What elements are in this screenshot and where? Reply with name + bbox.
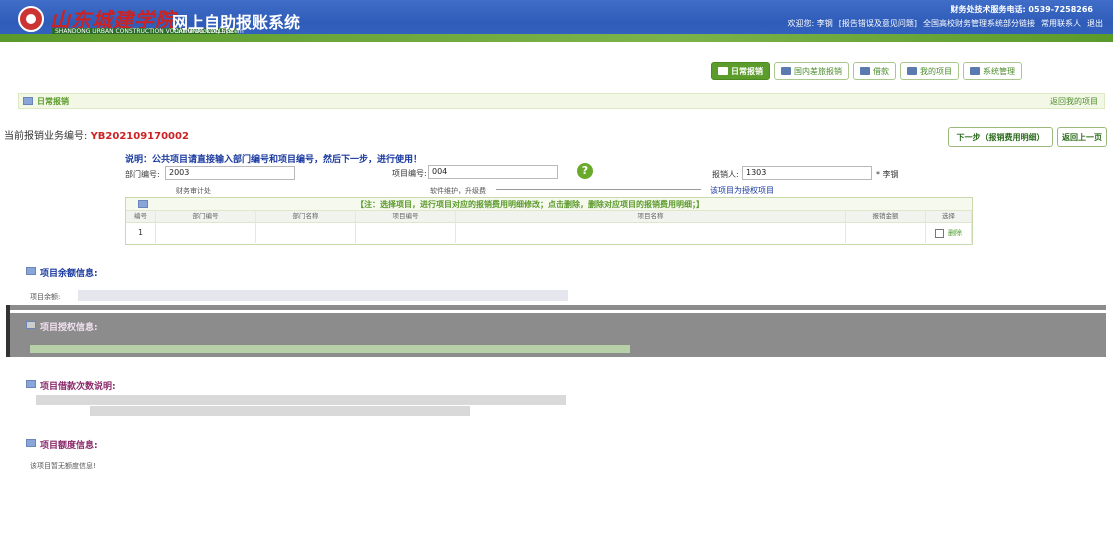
col-project-name: 项目名称 <box>456 211 846 222</box>
project-hint: 软件维护，升级费 <box>430 187 486 195</box>
reimburser-label: 报销人: <box>712 170 739 179</box>
top-links: 欢迎您: 李钢 [报告错误及意见问题] 全国高校财务管理系统部分链接 常用联系人… <box>788 18 1104 29</box>
loan-icon <box>26 380 36 388</box>
section-title: 日常报销 <box>37 97 69 106</box>
business-number: 当前报销业务编号: YB202109170002 <box>4 131 189 142</box>
business-number-value: YB202109170002 <box>90 131 189 142</box>
reimburser-name: * 李钢 <box>876 170 899 179</box>
link-logout[interactable]: 退出 <box>1087 18 1103 29</box>
quota-title: 项目额度信息: <box>40 441 98 451</box>
doc-icon <box>718 67 728 75</box>
balance-title: 项目余额信息: <box>40 269 98 279</box>
col-select: 选择 <box>926 211 972 222</box>
link-report-error[interactable]: [报告错误及意见问题] <box>839 18 917 29</box>
project-grid: 【注：选择项目，进行项目对应的报销费用明细修改；点击删除，删除对应项目的报销费用… <box>125 197 973 245</box>
link-contacts[interactable]: 常用联系人 <box>1041 18 1081 29</box>
section-bar: 日常报销 返回我的项目 <box>18 93 1105 109</box>
loan-info-redacted <box>36 395 566 405</box>
row-index: 1 <box>126 223 156 243</box>
app-header: 山东城建学院 SHANDONG URBAN CONSTRUCTION VOCAT… <box>0 0 1113 42</box>
balance-icon <box>26 267 36 275</box>
quota-icon <box>26 439 36 447</box>
instruction-note: 说明：公共项目请直接输入部门编号和项目编号，然后下一步，进行使用！ <box>125 155 423 165</box>
dept-input[interactable]: 2003 <box>165 166 295 180</box>
key-icon <box>781 67 791 75</box>
list-icon <box>907 67 917 75</box>
quota-text: 该项目暂无额度信息! <box>30 462 96 470</box>
row-checkbox[interactable] <box>935 228 944 238</box>
auth-icon <box>26 321 36 329</box>
tab-my-projects[interactable]: 我的项目 <box>900 62 959 80</box>
grid-header: 编号 部门编号 部门名称 项目编号 项目名称 报销金额 选择 <box>126 211 972 223</box>
delete-link[interactable]: 删除 <box>948 228 962 238</box>
auth-title: 项目授权信息: <box>40 323 98 333</box>
return-my-projects-link[interactable]: 返回我的项目 <box>1050 96 1098 107</box>
confirm-go-icon[interactable]: ? <box>577 163 593 179</box>
section-icon <box>23 97 33 105</box>
hotline: 财务处技术服务电话: 0539-7258266 <box>950 5 1093 14</box>
table-icon <box>860 67 870 75</box>
loan-title: 项目借款次数说明: <box>40 382 116 392</box>
main-tabs: 日常报销 国内差旅报销 借款 我的项目 系统管理 <box>711 62 1022 80</box>
col-no: 编号 <box>126 211 156 222</box>
project-input[interactable]: 004 <box>428 165 558 179</box>
next-step-button[interactable]: 下一步（报销费用明细） <box>948 127 1053 147</box>
col-dept-name: 部门名称 <box>256 211 356 222</box>
tab-daily-reimbursement[interactable]: 日常报销 <box>711 62 770 80</box>
col-amount: 报销金额 <box>846 211 926 222</box>
balance-info-redacted <box>78 290 568 301</box>
back-button[interactable]: 返回上一页 <box>1057 127 1107 147</box>
table-row[interactable]: 1 删除 <box>126 223 972 243</box>
col-project-no: 项目编号 <box>356 211 456 222</box>
dept-label: 部门编号: <box>125 170 160 179</box>
tab-domestic-travel[interactable]: 国内差旅报销 <box>774 62 849 80</box>
balance-label: 项目余额: <box>30 293 61 301</box>
grid-note: 【注：选择项目，进行项目对应的报销费用明细修改；点击删除，删除对应项目的报销费用… <box>356 200 704 209</box>
header-strip <box>0 34 1113 42</box>
project-label: 项目编号: <box>392 169 427 178</box>
grid-icon <box>138 200 148 208</box>
gear-icon <box>970 67 980 75</box>
tab-loan[interactable]: 借款 <box>853 62 896 80</box>
dept-hint: 财务审计处 <box>176 187 211 195</box>
welcome-text: 欢迎您: 李钢 <box>787 19 833 28</box>
link-university-sites[interactable]: 全国高校财务管理系统部分链接 <box>923 18 1035 29</box>
auth-info-redacted <box>30 345 630 353</box>
reimburser-input[interactable]: 1303 <box>742 166 872 180</box>
tab-system-management[interactable]: 系统管理 <box>963 62 1022 80</box>
col-dept-no: 部门编号 <box>156 211 256 222</box>
school-logo-icon <box>18 6 44 32</box>
project-authorized-link[interactable]: 该项目为授权项目 <box>710 185 774 196</box>
hint-divider <box>496 189 701 190</box>
